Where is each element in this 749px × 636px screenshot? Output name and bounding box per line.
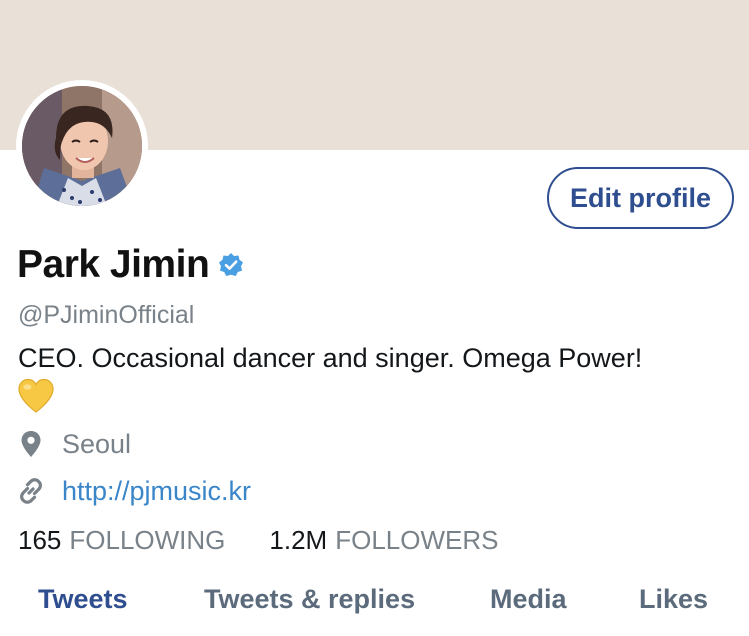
following-stat[interactable]: 165 FOLLOWING bbox=[18, 525, 225, 556]
profile-website[interactable]: http://pjmusic.kr bbox=[16, 473, 251, 509]
profile-bio: CEO. Occasional dancer and singer. Omega… bbox=[18, 343, 643, 373]
location-pin-icon bbox=[16, 429, 46, 459]
location-text: Seoul bbox=[62, 428, 132, 459]
tab-media[interactable]: Media bbox=[490, 584, 567, 615]
profile-photo bbox=[22, 86, 142, 206]
followers-label: FOLLOWERS bbox=[335, 525, 499, 555]
followers-count: 1.2M bbox=[269, 525, 328, 555]
edit-profile-button[interactable]: Edit profile bbox=[547, 167, 734, 229]
following-count: 165 bbox=[18, 525, 62, 555]
website-link[interactable]: http://pjmusic.kr bbox=[62, 476, 251, 507]
link-icon bbox=[16, 476, 46, 506]
tab-tweets[interactable]: Tweets bbox=[38, 584, 128, 615]
tab-likes[interactable]: Likes bbox=[639, 584, 708, 615]
profile-handle: @PJiminOfficial bbox=[18, 301, 195, 329]
following-label: FOLLOWING bbox=[69, 525, 226, 555]
profile-name-row: Park Jimin bbox=[17, 240, 244, 290]
yellow-heart-icon bbox=[17, 378, 55, 414]
profile-stats: 165 FOLLOWING 1.2M FOLLOWERS bbox=[18, 525, 498, 556]
avatar[interactable] bbox=[16, 80, 148, 212]
profile-location: Seoul bbox=[16, 426, 131, 462]
tab-tweets-replies[interactable]: Tweets & replies bbox=[204, 584, 415, 615]
profile-tabs: Tweets Tweets & replies Media Likes bbox=[0, 580, 749, 630]
display-name: Park Jimin bbox=[17, 243, 210, 286]
verified-badge-icon bbox=[218, 252, 244, 278]
followers-stat[interactable]: 1.2M FOLLOWERS bbox=[269, 525, 498, 556]
